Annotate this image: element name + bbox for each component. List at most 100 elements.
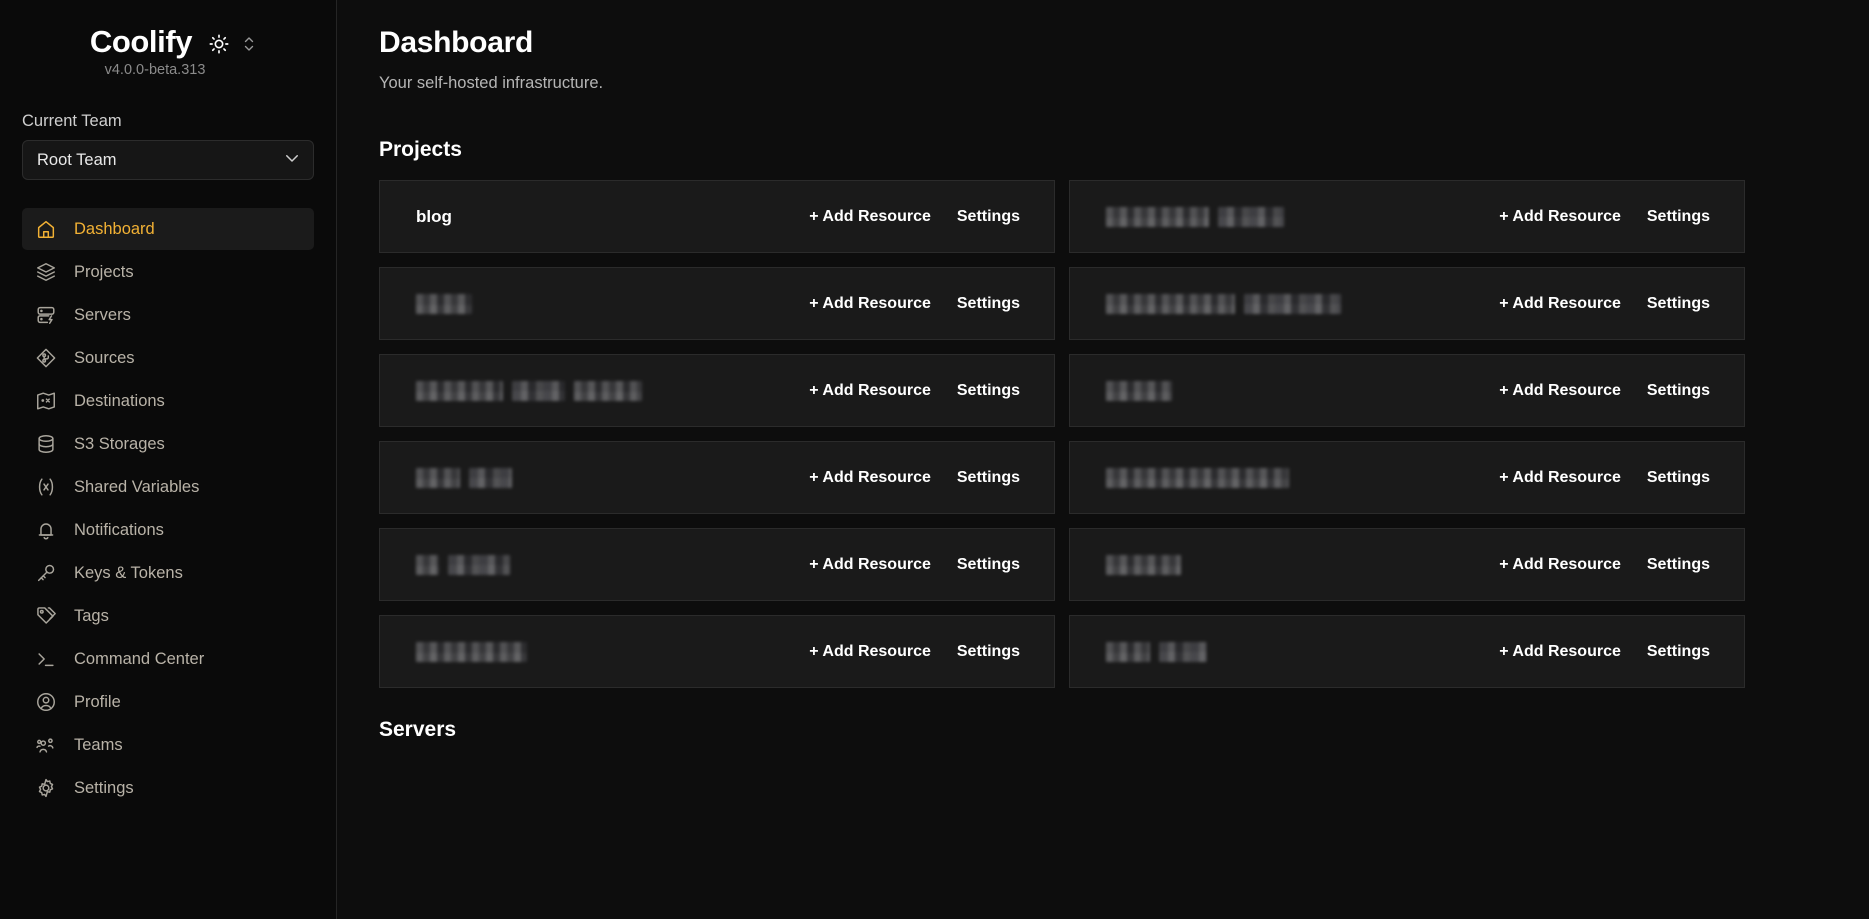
add-resource-button[interactable]: + Add Resource bbox=[809, 643, 931, 661]
project-card[interactable]: + Add Resource Settings bbox=[1069, 528, 1745, 601]
add-resource-button[interactable]: + Add Resource bbox=[1499, 556, 1621, 574]
sidebar-item-servers[interactable]: Servers bbox=[22, 294, 314, 336]
database-icon bbox=[34, 433, 57, 456]
redacted-block bbox=[416, 467, 460, 488]
project-settings-button[interactable]: Settings bbox=[957, 208, 1020, 226]
project-card[interactable]: + Add Resource Settings bbox=[1069, 441, 1745, 514]
add-resource-button[interactable]: + Add Resource bbox=[1499, 208, 1621, 226]
redacted-block bbox=[416, 641, 527, 662]
sidebar-item-profile[interactable]: Profile bbox=[22, 681, 314, 723]
add-resource-button[interactable]: + Add Resource bbox=[1499, 643, 1621, 661]
redacted-block bbox=[416, 554, 439, 575]
app-root: Coolify v4.0.0-beta.313 Current Team Roo… bbox=[0, 0, 1869, 919]
project-name-redacted bbox=[416, 380, 642, 401]
redacted-block bbox=[1244, 293, 1341, 314]
project-settings-button[interactable]: Settings bbox=[1647, 643, 1710, 661]
add-resource-button[interactable]: + Add Resource bbox=[809, 208, 931, 226]
project-card[interactable]: + Add Resource Settings bbox=[1069, 354, 1745, 427]
sidebar: Coolify v4.0.0-beta.313 Current Team Roo… bbox=[0, 0, 337, 919]
redacted-block bbox=[512, 380, 565, 401]
project-card-actions: + Add Resource Settings bbox=[1499, 382, 1710, 400]
team-select[interactable]: Root Team bbox=[22, 140, 314, 180]
redacted-block bbox=[1106, 380, 1172, 401]
project-card[interactable]: + Add Resource Settings bbox=[379, 615, 1055, 688]
project-settings-button[interactable]: Settings bbox=[957, 643, 1020, 661]
chevron-up-down-icon[interactable] bbox=[242, 34, 256, 54]
sidebar-item-label: Tags bbox=[74, 606, 109, 625]
sidebar-item-notifications[interactable]: Notifications bbox=[22, 509, 314, 551]
gear-icon bbox=[34, 777, 57, 800]
sidebar-item-label: Profile bbox=[74, 692, 121, 711]
add-resource-button[interactable]: + Add Resource bbox=[1499, 382, 1621, 400]
add-resource-button[interactable]: + Add Resource bbox=[1499, 469, 1621, 487]
project-card[interactable]: + Add Resource Settings bbox=[379, 267, 1055, 340]
server-bolt-icon bbox=[34, 304, 57, 327]
project-card[interactable]: + Add Resource Settings bbox=[1069, 180, 1745, 253]
page-subtitle: Your self-hosted infrastructure. bbox=[379, 74, 604, 92]
project-settings-button[interactable]: Settings bbox=[957, 295, 1020, 313]
sidebar-item-projects[interactable]: Projects bbox=[22, 251, 314, 293]
sidebar-item-dashboard[interactable]: Dashboard bbox=[22, 208, 314, 250]
project-name-redacted bbox=[416, 293, 472, 314]
add-resource-button[interactable]: + Add Resource bbox=[809, 382, 931, 400]
sidebar-item-label: Destinations bbox=[74, 391, 165, 410]
sidebar-item-settings[interactable]: Settings bbox=[22, 767, 314, 809]
home-icon bbox=[34, 218, 57, 241]
sidebar-item-label: Keys & Tokens bbox=[74, 563, 183, 582]
project-settings-button[interactable]: Settings bbox=[1647, 556, 1710, 574]
redacted-block bbox=[469, 467, 512, 488]
sidebar-item-teams[interactable]: Teams bbox=[22, 724, 314, 766]
sidebar-brand-row: Coolify bbox=[0, 24, 336, 60]
project-card[interactable]: + Add Resource Settings bbox=[379, 441, 1055, 514]
sidebar-item-command-center[interactable]: Command Center bbox=[22, 638, 314, 680]
redacted-block bbox=[448, 554, 510, 575]
sidebar-item-label: Shared Variables bbox=[74, 477, 200, 496]
project-name-redacted bbox=[1106, 293, 1341, 314]
redacted-block bbox=[574, 380, 642, 401]
bell-icon bbox=[34, 519, 57, 542]
sidebar-item-shared-variables[interactable]: Shared Variables bbox=[22, 466, 314, 508]
project-name-redacted bbox=[416, 467, 512, 488]
layers-icon bbox=[34, 261, 57, 284]
project-settings-button[interactable]: Settings bbox=[1647, 295, 1710, 313]
add-resource-button[interactable]: + Add Resource bbox=[809, 295, 931, 313]
sidebar-item-s3-storages[interactable]: S3 Storages bbox=[22, 423, 314, 465]
sidebar-item-label: Dashboard bbox=[74, 219, 155, 238]
project-name-redacted bbox=[416, 641, 527, 662]
users-icon bbox=[34, 734, 57, 757]
project-settings-button[interactable]: Settings bbox=[1647, 208, 1710, 226]
redacted-block bbox=[1106, 467, 1289, 488]
project-settings-button[interactable]: Settings bbox=[1647, 469, 1710, 487]
project-card[interactable]: + Add Resource Settings bbox=[379, 354, 1055, 427]
project-card[interactable]: + Add Resource Settings bbox=[1069, 267, 1745, 340]
redacted-block bbox=[1106, 293, 1235, 314]
add-resource-button[interactable]: + Add Resource bbox=[809, 469, 931, 487]
project-name-redacted bbox=[1106, 554, 1181, 575]
project-card[interactable]: + Add Resource Settings bbox=[379, 528, 1055, 601]
add-resource-button[interactable]: + Add Resource bbox=[809, 556, 931, 574]
sidebar-item-sources[interactable]: Sources bbox=[22, 337, 314, 379]
project-card[interactable]: blog + Add Resource Settings bbox=[379, 180, 1055, 253]
sidebar-item-tags[interactable]: Tags bbox=[22, 595, 314, 637]
projects-grid: blog + Add Resource Settings + Add Resource… bbox=[379, 180, 1745, 688]
redacted-block bbox=[1159, 641, 1207, 662]
project-settings-button[interactable]: Settings bbox=[957, 469, 1020, 487]
sidebar-item-label: Teams bbox=[74, 735, 123, 754]
sidebar-item-destinations[interactable]: Destinations bbox=[22, 380, 314, 422]
project-name-redacted bbox=[1106, 467, 1289, 488]
project-settings-button[interactable]: Settings bbox=[957, 382, 1020, 400]
project-card-actions: + Add Resource Settings bbox=[1499, 295, 1710, 313]
add-resource-button[interactable]: + Add Resource bbox=[1499, 295, 1621, 313]
project-card[interactable]: + Add Resource Settings bbox=[1069, 615, 1745, 688]
project-settings-button[interactable]: Settings bbox=[957, 556, 1020, 574]
current-team-label: Current Team bbox=[22, 112, 122, 130]
sidebar-item-keys-tokens[interactable]: Keys & Tokens bbox=[22, 552, 314, 594]
sun-icon[interactable] bbox=[208, 33, 230, 55]
sidebar-item-label: Sources bbox=[74, 348, 135, 367]
projects-section-title: Projects bbox=[379, 138, 462, 161]
project-card-actions: + Add Resource Settings bbox=[1499, 208, 1710, 226]
project-name-redacted bbox=[1106, 206, 1284, 227]
sidebar-item-label: S3 Storages bbox=[74, 434, 165, 453]
project-settings-button[interactable]: Settings bbox=[1647, 382, 1710, 400]
sidebar-item-label: Servers bbox=[74, 305, 131, 324]
